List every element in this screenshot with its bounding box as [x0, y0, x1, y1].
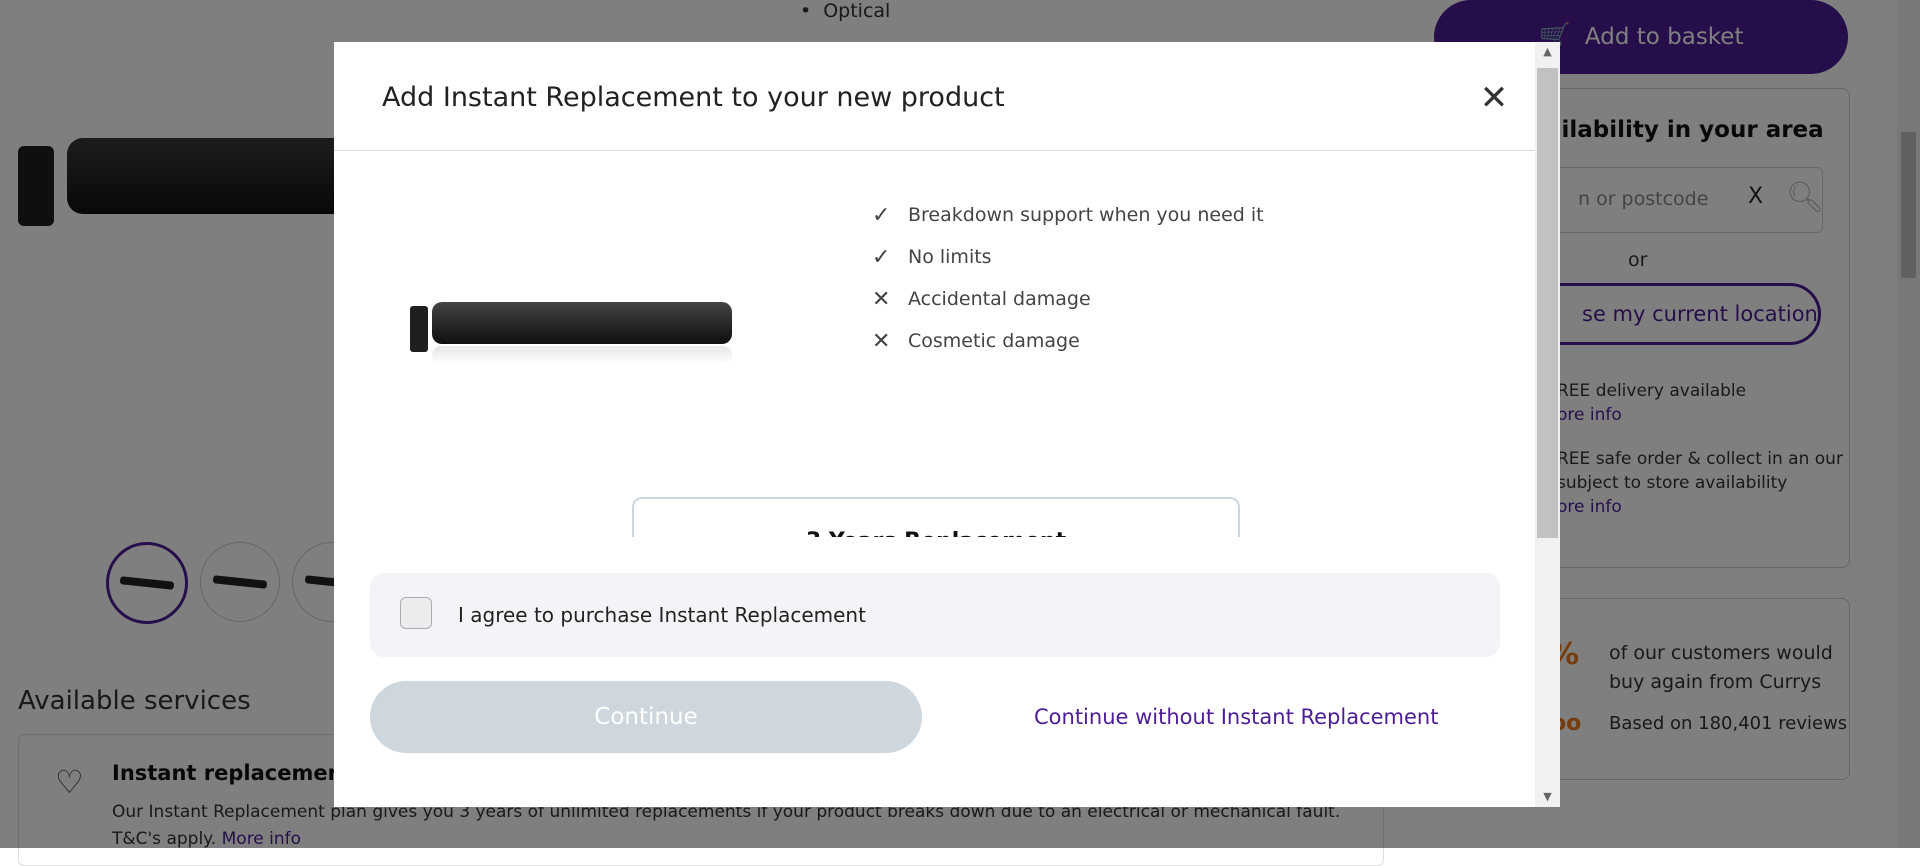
scroll-down-arrow-icon[interactable]: ▼ [1535, 787, 1560, 807]
soundbar-reflection [432, 346, 732, 364]
agree-checkbox[interactable] [400, 597, 432, 629]
modal-scrollbar[interactable]: ▲ ▼ [1535, 42, 1560, 807]
product-image [410, 298, 740, 378]
modal-footer: I agree to purchase Instant Replacement … [334, 537, 1535, 807]
cross-icon: ✕ [872, 328, 891, 354]
scroll-up-arrow-icon[interactable]: ▲ [1535, 42, 1560, 62]
cross-icon: ✕ [872, 286, 891, 312]
agree-label[interactable]: I agree to purchase Instant Replacement [458, 603, 866, 627]
check-icon: ✓ [872, 202, 891, 228]
feature-label: Breakdown support when you need it [908, 204, 1264, 226]
feature-item: ✕ Accidental damage [872, 278, 1264, 320]
continue-button[interactable]: Continue [370, 681, 922, 753]
feature-item: ✕ Cosmetic damage [872, 320, 1264, 362]
agree-box: I agree to purchase Instant Replacement [370, 573, 1500, 657]
feature-list: ✓ Breakdown support when you need it ✓ N… [872, 194, 1264, 362]
feature-item: ✓ No limits [872, 236, 1264, 278]
continue-without-link[interactable]: Continue without Instant Replacement [1034, 705, 1438, 729]
soundbar-image [432, 302, 732, 344]
feature-label: Cosmetic damage [908, 330, 1080, 352]
check-icon: ✓ [872, 244, 891, 270]
close-icon[interactable]: ✕ [1474, 78, 1514, 118]
feature-item: ✓ Breakdown support when you need it [872, 194, 1264, 236]
modal-title: Add Instant Replacement to your new prod… [382, 82, 1005, 113]
feature-label: No limits [908, 246, 992, 268]
modal-scrollbar-thumb[interactable] [1537, 68, 1558, 538]
instant-replacement-modal: Add Instant Replacement to your new prod… [334, 42, 1560, 807]
feature-label: Accidental damage [908, 288, 1091, 310]
remote-image [410, 306, 428, 352]
modal-header: Add Instant Replacement to your new prod… [334, 42, 1535, 151]
